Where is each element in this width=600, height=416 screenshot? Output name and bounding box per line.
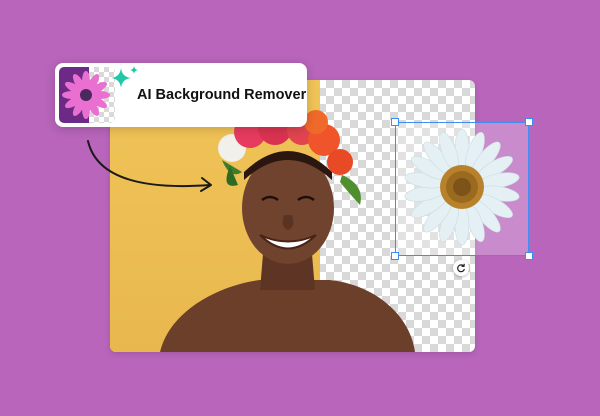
rotate-button[interactable]: [453, 260, 469, 276]
sparkle-icon: [111, 68, 131, 88]
small-sparkle-icon: [130, 66, 138, 74]
pink-flower-thumbnail: [59, 67, 115, 123]
daisy-sticker[interactable]: [402, 127, 522, 247]
resize-handle-bottom-left[interactable]: [391, 252, 399, 260]
resize-handle-top-right[interactable]: [525, 118, 533, 126]
feature-title: AI Background Remover: [137, 87, 307, 103]
rotate-icon: [457, 263, 465, 273]
resize-handle-bottom-right[interactable]: [525, 252, 533, 260]
resize-handle-top-left[interactable]: [391, 118, 399, 126]
feature-card[interactable]: AI Background Remover: [55, 63, 307, 127]
curved-arrow-icon: [87, 140, 212, 192]
